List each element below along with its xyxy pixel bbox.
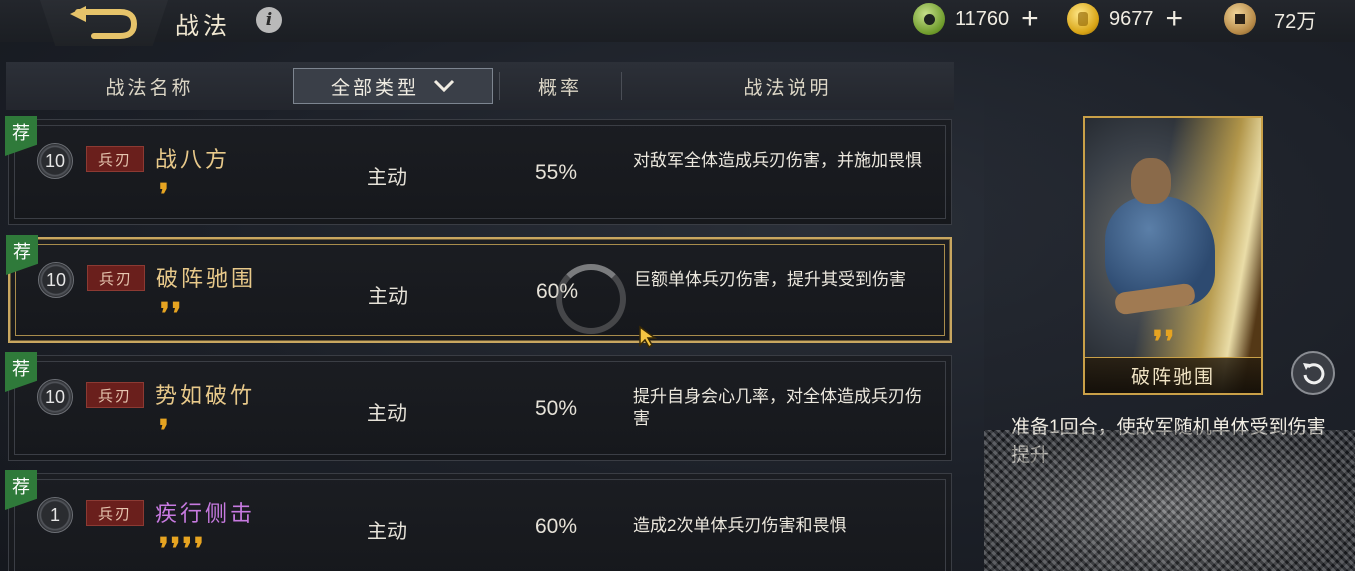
add-jade-button[interactable]: +	[1021, 3, 1039, 35]
skill-description: 巨额单体兵刃伤害，提升其受到伤害	[634, 270, 906, 289]
gold-ingot-icon	[1067, 3, 1099, 35]
currency-value: 72万	[1274, 10, 1317, 33]
recommended-badge: 荐	[5, 352, 37, 392]
quality-marks: ❜	[159, 178, 169, 213]
quote-mark-icon: ❜	[1164, 325, 1175, 360]
quality-marks: ❜	[159, 414, 169, 449]
skill-description: 对敌军全体造成兵刃伤害，并施加畏惧	[633, 151, 922, 170]
chevron-down-icon	[433, 79, 455, 93]
quality-marks: ❜ ❜	[160, 297, 182, 332]
type-filter-label: 全部类型	[330, 76, 419, 99]
skill-row[interactable]: 荐 10 兵刃 势如破竹 ❜ 主动 50% 提升自身会心几率，对全体造成兵刃伤害	[5, 352, 952, 461]
quality-marks: ❜ ❜ ❜ ❜	[159, 532, 204, 567]
level-badge: 10	[37, 143, 73, 179]
back-arrow-icon	[70, 6, 138, 39]
level-badge: 1	[37, 497, 73, 533]
quality-marks: ❜ ❜	[1153, 325, 1175, 360]
reset-button[interactable]	[1291, 351, 1335, 395]
currency-value: 11760	[955, 7, 1010, 30]
weapon-type-tag: 兵刃	[87, 265, 145, 291]
skill-probability: 55%	[535, 161, 578, 184]
page-title: 战法	[175, 12, 231, 40]
quote-mark-icon: ❜	[171, 297, 182, 332]
skill-row[interactable]: 荐 10 兵刃 战八方 ❜ 主动 55% 对敌军全体造成兵刃伤害，并施加畏惧	[5, 116, 952, 225]
weapon-type-tag: 兵刃	[86, 146, 144, 172]
quote-mark-icon: ❜	[160, 297, 170, 332]
currency-jade: 11760 +	[913, 3, 1039, 35]
header-description: 战法说明	[743, 76, 832, 99]
skill-probability: 60%	[535, 515, 578, 538]
loading-spinner	[556, 264, 626, 334]
list-header: 战法名称 全部类型 概率 战法说明	[6, 62, 954, 110]
skill-description: 提升自身会心几率，对全体造成兵刃伤害	[633, 387, 922, 428]
quote-mark-icon: ❜	[159, 414, 169, 449]
quote-mark-icon: ❜	[182, 532, 193, 567]
currency-value: 9677	[1109, 7, 1154, 30]
card-skill-name: 破阵驰围	[1085, 357, 1261, 393]
skill-type: 主动	[367, 167, 407, 189]
skill-name: 疾行侧击	[155, 502, 256, 527]
recommended-badge: 荐	[5, 116, 37, 156]
info-icon[interactable]: i	[256, 7, 282, 33]
currency-gold: 9677 +	[1067, 3, 1183, 35]
type-filter-dropdown[interactable]: 全部类型	[293, 68, 493, 104]
quote-mark-icon: ❜	[159, 532, 169, 567]
card-art	[1131, 158, 1171, 204]
level-badge: 10	[37, 379, 73, 415]
skill-name: 势如破竹	[155, 384, 256, 409]
skill-detail-description: 准备1回合，使敌军随机单体受到伤害提升	[1011, 417, 1326, 466]
skill-row-selected[interactable]: 荐 10 兵刃 破阵驰围 ❜ ❜ 主动 60% 巨额单体兵刃伤害，提升其受到伤害	[6, 235, 952, 343]
header-skill-name: 战法名称	[105, 76, 194, 99]
back-button[interactable]	[40, 0, 168, 46]
quote-mark-icon: ❜	[194, 532, 204, 567]
skill-type: 主动	[368, 286, 408, 308]
quote-mark-icon: ❜	[1153, 325, 1163, 360]
skill-type: 主动	[367, 521, 407, 543]
top-bar: 战法 i 11760 + 9677 + 72万	[0, 0, 1355, 46]
recommended-badge: 荐	[5, 470, 37, 510]
level-badge: 10	[38, 262, 74, 298]
recommended-badge: 荐	[6, 235, 38, 275]
header-probability: 概率	[537, 76, 582, 99]
copper-coin-icon	[1224, 3, 1256, 35]
undo-icon	[1303, 363, 1325, 385]
quote-mark-icon: ❜	[159, 178, 169, 213]
skill-row[interactable]: 荐 1 兵刃 疾行侧击 ❜ ❜ ❜ ❜ 主动 60% 造成2次单体兵刃伤害和畏惧	[5, 470, 952, 571]
add-gold-button[interactable]: +	[1166, 3, 1184, 35]
skill-card: ❜ ❜ 破阵驰围	[1083, 116, 1263, 395]
skill-probability: 50%	[535, 397, 578, 420]
jade-coin-icon	[913, 3, 945, 35]
skill-description: 造成2次单体兵刃伤害和畏惧	[633, 516, 847, 535]
quote-mark-icon: ❜	[170, 532, 181, 567]
skill-type: 主动	[367, 403, 407, 425]
skill-name: 战八方	[155, 148, 231, 173]
weapon-type-tag: 兵刃	[86, 500, 144, 526]
currency-copper: 72万	[1224, 3, 1316, 35]
pointer-cursor-icon	[639, 325, 658, 349]
skill-name: 破阵驰围	[156, 267, 257, 292]
weapon-type-tag: 兵刃	[86, 382, 144, 408]
